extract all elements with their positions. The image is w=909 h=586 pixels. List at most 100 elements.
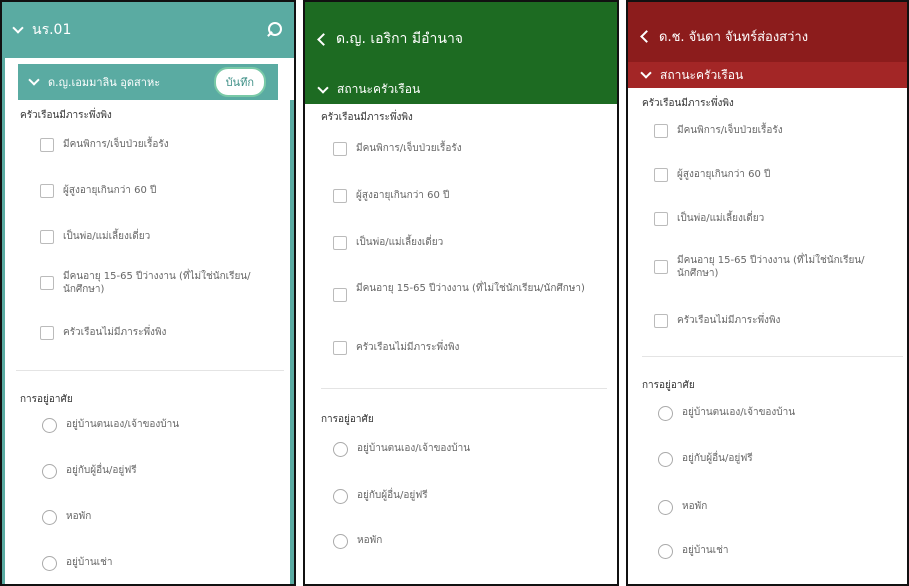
option-label: ผู้สูงอายุเกินกว่า 60 ปี xyxy=(356,190,450,201)
option-label: หอพัก xyxy=(66,511,92,522)
chevron-down-icon[interactable] xyxy=(28,74,40,86)
checkbox-option[interactable]: มีคนพิการ/เจ็บป่วยเรื้อรัง xyxy=(333,142,462,156)
save-button[interactable]: บันทึก xyxy=(213,67,266,97)
dependents-title: ครัวเรือนมีภาระพึ่งพิง xyxy=(20,110,112,121)
checkbox-option[interactable]: ครัวเรือนไม่มีภาระพึ่งพิง xyxy=(40,326,166,340)
option-label: ครัวเรือนไม่มีภาระพึ่งพิง xyxy=(63,327,167,338)
radio-option[interactable]: อยู่บ้านเช่า xyxy=(42,556,112,571)
radio-option[interactable]: อยู่บ้านตนเอง/เจ้าของบ้าน xyxy=(42,418,179,433)
option-label: อยู่บ้านตนเอง/เจ้าของบ้าน xyxy=(357,443,471,454)
checkbox-icon[interactable] xyxy=(333,189,347,203)
checkbox-icon[interactable] xyxy=(333,142,347,156)
radio-icon[interactable] xyxy=(333,489,348,504)
checkbox-icon[interactable] xyxy=(40,138,54,152)
option-label: ครัวเรือนไม่มีภาระพึ่งพิง xyxy=(677,315,781,326)
checkbox-icon[interactable] xyxy=(654,124,668,138)
housing-title: การอยู่อาศัย xyxy=(321,414,374,425)
checkbox-option[interactable]: ผู้สูงอายุเกินกว่า 60 ปี xyxy=(40,184,156,198)
radio-icon[interactable] xyxy=(42,464,57,479)
housing-title: การอยู่อาศัย xyxy=(20,394,73,405)
option-label: มีคนพิการ/เจ็บป่วยเรื้อรัง xyxy=(677,125,783,136)
left-edge-strip xyxy=(2,58,5,584)
student-header[interactable]: ด.ญ.เอมมาลิน อุดสาหะ บันทึก xyxy=(18,64,278,100)
radio-icon[interactable] xyxy=(42,556,57,571)
option-label: มีคนอายุ 15-65 ปีว่างงาน (ที่ไม่ใช่นักเร… xyxy=(356,283,585,294)
option-label: อยู่บ้านตนเอง/เจ้าของบ้าน xyxy=(682,407,796,418)
radio-option[interactable]: อยู่บ้านตนเอง/เจ้าของบ้าน xyxy=(333,442,470,457)
checkbox-option[interactable]: เป็นพ่อ/แม่เลี้ยงเดี่ยว xyxy=(333,236,443,250)
option-label: อยู่บ้านเช่า xyxy=(66,557,113,568)
radio-option[interactable]: อยู่กับผู้อื่น/อยู่ฟรี xyxy=(333,489,428,504)
radio-icon[interactable] xyxy=(658,452,673,467)
back-chevron-icon[interactable] xyxy=(640,30,653,43)
radio-icon[interactable] xyxy=(42,510,57,525)
option-label: เป็นพ่อ/แม่เลี้ยงเดี่ยว xyxy=(63,231,151,242)
checkbox-option[interactable]: มีคนอายุ 15-65 ปีว่างงาน (ที่ไม่ใช่นักเร… xyxy=(654,254,894,280)
form-panel-teal: นร.01 ด.ญ.เอมมาลิน อุดสาหะ บันทึก ครัวเร… xyxy=(0,0,296,586)
student-header[interactable]: ด.ช. จันดา จันทร์ส่องสว่าง xyxy=(640,26,808,47)
search-icon[interactable] xyxy=(266,22,282,38)
student-name: ด.ญ.เอมมาลิน อุดสาหะ xyxy=(48,76,161,89)
radio-icon[interactable] xyxy=(658,406,673,421)
option-label: มีคนพิการ/เจ็บป่วยเรื้อรัง xyxy=(356,143,462,154)
back-chevron-icon[interactable] xyxy=(317,32,330,46)
option-label: อยู่บ้านตนเอง/เจ้าของบ้าน xyxy=(66,419,180,430)
dependents-title: ครัวเรือนมีภาระพึ่งพิง xyxy=(642,98,734,109)
chevron-down-icon[interactable] xyxy=(317,81,329,94)
checkbox-option[interactable]: มีคนพิการ/เจ็บป่วยเรื้อรัง xyxy=(40,138,169,152)
checkbox-option[interactable]: เป็นพ่อ/แม่เลี้ยงเดี่ยว xyxy=(654,212,764,226)
checkbox-option[interactable]: ผู้สูงอายุเกินกว่า 60 ปี xyxy=(654,168,770,182)
checkbox-option[interactable]: มีคนอายุ 15-65 ปีว่างงาน (ที่ไม่ใช่นักเร… xyxy=(40,270,280,296)
divider xyxy=(16,370,284,371)
checkbox-option[interactable]: มีคนอายุ 15-65 ปีว่างงาน (ที่ไม่ใช่นักเร… xyxy=(333,282,593,302)
section-header[interactable]: สถานะครัวเรือน xyxy=(628,62,907,88)
checkbox-icon[interactable] xyxy=(654,314,668,328)
chevron-down-icon[interactable] xyxy=(640,67,652,79)
checkbox-option[interactable]: มีคนพิการ/เจ็บป่วยเรื้อรัง xyxy=(654,124,783,138)
option-label: เป็นพ่อ/แม่เลี้ยงเดี่ยว xyxy=(677,213,765,224)
option-label: ครัวเรือนไม่มีภาระพึ่งพิง xyxy=(356,342,460,353)
option-label: หอพัก xyxy=(357,535,383,546)
option-label: อยู่กับผู้อื่น/อยู่ฟรี xyxy=(357,490,428,501)
section-label: สถานะครัวเรือน xyxy=(660,67,744,82)
chevron-down-icon[interactable] xyxy=(12,22,24,34)
checkbox-icon[interactable] xyxy=(333,341,347,355)
form-panel-red: ด.ช. จันดา จันทร์ส่องสว่าง สถานะครัวเรือ… xyxy=(626,0,909,586)
option-label: อยู่กับผู้อื่น/อยู่ฟรี xyxy=(682,453,753,464)
checkbox-icon[interactable] xyxy=(40,184,54,198)
radio-icon[interactable] xyxy=(333,534,348,549)
right-edge-strip xyxy=(290,100,294,584)
checkbox-icon[interactable] xyxy=(40,230,54,244)
checkbox-option[interactable]: ครัวเรือนไม่มีภาระพึ่งพิง xyxy=(333,341,459,355)
checkbox-option[interactable]: ครัวเรือนไม่มีภาระพึ่งพิง xyxy=(654,314,780,328)
divider xyxy=(642,356,903,357)
checkbox-icon[interactable] xyxy=(40,326,54,340)
radio-option[interactable]: หอพัก xyxy=(658,500,707,515)
radio-icon[interactable] xyxy=(333,442,348,457)
checkbox-icon[interactable] xyxy=(333,288,347,302)
radio-option[interactable]: หอพัก xyxy=(333,534,382,549)
radio-option[interactable]: อยู่บ้านตนเอง/เจ้าของบ้าน xyxy=(658,406,795,421)
radio-icon[interactable] xyxy=(42,418,57,433)
option-label: มีคนพิการ/เจ็บป่วยเรื้อรัง xyxy=(63,139,169,150)
checkbox-icon[interactable] xyxy=(654,212,668,226)
checkbox-icon[interactable] xyxy=(654,260,668,274)
checkbox-option[interactable]: ผู้สูงอายุเกินกว่า 60 ปี xyxy=(333,189,449,203)
section-header[interactable]: สถานะครัวเรือน xyxy=(317,80,420,99)
checkbox-icon[interactable] xyxy=(654,168,668,182)
checkbox-option[interactable]: เป็นพ่อ/แม่เลี้ยงเดี่ยว xyxy=(40,230,150,244)
radio-icon[interactable] xyxy=(658,500,673,515)
option-label: มีคนอายุ 15-65 ปีว่างงาน (ที่ไม่ใช่นักเร… xyxy=(63,271,251,295)
radio-option[interactable]: อยู่กับผู้อื่น/อยู่ฟรี xyxy=(42,464,137,479)
radio-icon[interactable] xyxy=(658,544,673,559)
option-label: ผู้สูงอายุเกินกว่า 60 ปี xyxy=(677,169,771,180)
student-name: ด.ญ. เอริกา มีอำนาจ xyxy=(336,31,464,47)
radio-option[interactable]: อยู่บ้านเช่า xyxy=(658,544,728,559)
radio-option[interactable]: หอพัก xyxy=(42,510,91,525)
checkbox-icon[interactable] xyxy=(40,276,54,290)
checkbox-icon[interactable] xyxy=(333,236,347,250)
option-label: มีคนอายุ 15-65 ปีว่างงาน (ที่ไม่ใช่นักเร… xyxy=(677,255,865,279)
student-header[interactable]: ด.ญ. เอริกา มีอำนาจ xyxy=(317,28,464,50)
radio-option[interactable]: อยู่กับผู้อื่น/อยู่ฟรี xyxy=(658,452,753,467)
option-label: ผู้สูงอายุเกินกว่า 60 ปี xyxy=(63,185,157,196)
